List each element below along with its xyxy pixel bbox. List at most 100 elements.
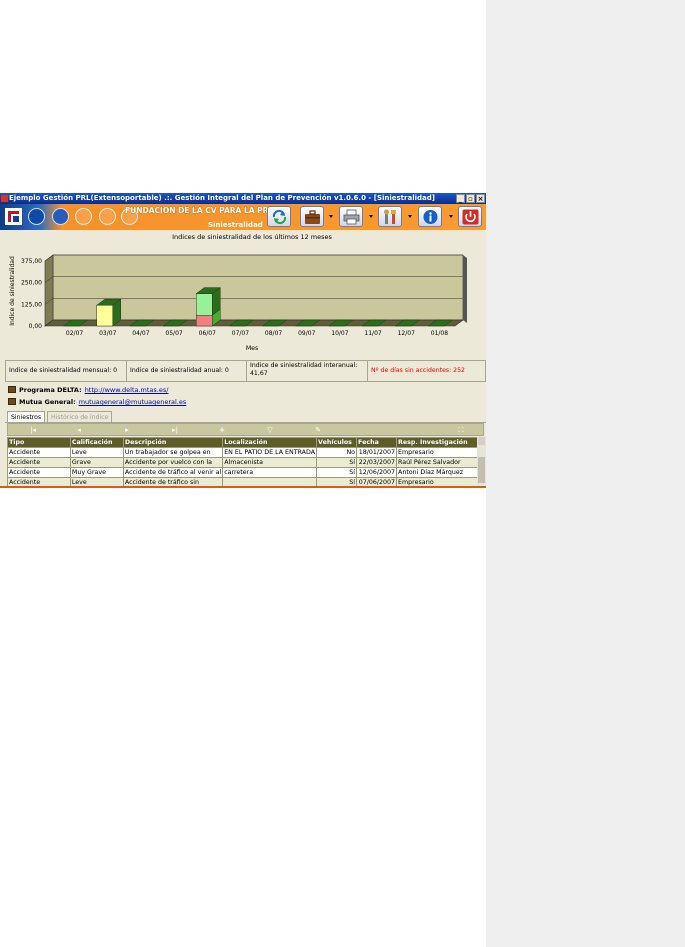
y-tick-label: 0,00	[29, 323, 43, 330]
delta-link[interactable]: http://www.delta.mtas.es/	[85, 386, 169, 394]
x-tick-label: 05/07	[165, 330, 182, 337]
organization-name: FUNDACION DE LA CV PARA LA PRL	[125, 206, 274, 215]
chart-svg: Indices de siniestralidad de los últimos…	[9, 233, 467, 352]
delta-link-row: Programa DELTA: http://www.delta.mtas.es/	[8, 386, 168, 396]
table-row[interactable]: Accidente Leve Un trabajador se golpea e…	[7, 447, 486, 458]
record-navigator: |◂ ◂ ▸ ▸| + ▽ ✎ ⛶	[7, 423, 484, 436]
module-title: Siniestralidad	[208, 221, 263, 229]
prior-record-button[interactable]: ◂	[72, 425, 86, 435]
chart-side-wall	[44, 254, 54, 327]
power-icon	[462, 209, 479, 225]
table-row[interactable]: Accidente Muy Grave Accidente de tráfico…	[7, 467, 486, 478]
days-without-text: Nº de días sin accidentes: 252	[371, 367, 465, 374]
cell-calificacion: Leve	[69, 447, 124, 458]
last-record-button[interactable]: ▸|	[168, 425, 182, 435]
cell-resp-investigacion: Raúl Pérez Salvador	[396, 457, 486, 468]
cell-vehiculos: Sí	[316, 467, 358, 478]
x-tick-label: 08/07	[265, 330, 282, 337]
bottom-accent-line	[0, 486, 486, 488]
x-axis-label: Mes	[246, 345, 258, 352]
briefcase-icon	[305, 210, 320, 224]
cell-descripcion: Accidente por vuelco con la	[122, 457, 224, 468]
interannual-label: Indice de siniestralidad interanual:	[250, 362, 358, 369]
siniestralidad-chart: Indices de siniestralidad de los últimos…	[5, 231, 485, 353]
y-tick-label: 250,00	[21, 280, 42, 287]
restore-button[interactable]: ▫	[466, 194, 475, 203]
cell-fecha: 12/06/2007	[356, 467, 398, 478]
print-button[interactable]	[339, 206, 363, 227]
link-arrow-icon	[8, 386, 16, 393]
close-button[interactable]: ×	[476, 194, 485, 203]
cell-vehiculos: No	[316, 447, 358, 458]
link-arrow-icon	[8, 398, 16, 405]
refresh-button[interactable]	[267, 206, 291, 227]
tab-siniestros[interactable]: Siniestros	[7, 411, 46, 422]
monthly-index: Indice de siniestralidad mensual: 0	[5, 360, 127, 382]
right-side-panel	[486, 0, 685, 947]
delta-label: Programa DELTA:	[19, 386, 82, 394]
x-tick-label: 09/07	[298, 330, 315, 337]
column-header[interactable]: Descripción	[122, 437, 224, 448]
app-icon	[1, 195, 8, 202]
x-tick-label: 01/08	[431, 330, 448, 337]
info-icon	[423, 210, 438, 224]
y-tick-label: 375,00	[21, 258, 42, 265]
tools-icon	[384, 209, 396, 224]
bar-03/07-s2	[96, 304, 113, 327]
cell-descripcion: Accidente de tráfico al venir al	[122, 467, 224, 478]
column-header[interactable]: Resp. Investigación	[396, 437, 486, 448]
calendar-icon[interactable]	[75, 208, 92, 225]
next-record-button[interactable]: ▸	[120, 425, 134, 435]
cell-fecha: 22/03/2007	[356, 457, 398, 468]
briefcase-dropdown-icon[interactable]	[329, 215, 333, 218]
info-dropdown-icon[interactable]	[449, 215, 453, 218]
scroll-thumb[interactable]	[478, 457, 485, 483]
cell-localizacion: EN EL PATIO DE LA ENTRADA	[222, 447, 318, 458]
chart-title: Indices de siniestralidad de los últimos…	[172, 233, 332, 241]
tools-dropdown-icon[interactable]	[408, 215, 412, 218]
power-button[interactable]	[458, 206, 482, 227]
briefcase-button[interactable]	[300, 206, 324, 227]
minimize-button[interactable]: _	[456, 194, 465, 203]
mutua-email-link[interactable]: mutuageneral@mutuageneral.es	[79, 398, 187, 406]
main-toolbar: FUNDACION DE LA CV PARA LA PRL Siniestra…	[0, 204, 486, 230]
x-tick-label: 02/07	[66, 330, 83, 337]
column-header[interactable]: Vehículos	[316, 437, 358, 448]
x-tick-label: 12/07	[398, 330, 415, 337]
users-icon[interactable]	[52, 208, 69, 225]
x-tick-label: 11/07	[364, 330, 381, 337]
info-button[interactable]	[418, 206, 442, 227]
x-tick-label: 07/07	[232, 330, 249, 337]
filter-button[interactable]: ▽	[263, 425, 277, 435]
print-dropdown-icon[interactable]	[369, 215, 373, 218]
cell-resp-investigacion: Antoni Díaz Márquez	[396, 467, 486, 478]
cell-calificacion: Muy Grave	[69, 467, 124, 478]
grid-scrollbar[interactable]	[477, 437, 486, 488]
annual-index-text: Indice de siniestralidad anual: 0	[130, 367, 229, 374]
edit-record-button[interactable]: ✎	[311, 425, 325, 435]
column-header[interactable]: Fecha	[356, 437, 398, 448]
siniestros-grid: Tipo Calificación Descripción Localizaci…	[7, 437, 486, 488]
interannual-index: Indice de siniestralidad interanual: 41,…	[246, 360, 368, 382]
first-record-button[interactable]: |◂	[26, 425, 40, 435]
expand-button[interactable]: ⛶	[454, 425, 468, 435]
y-axis-label: Indice de siniestralidad	[9, 256, 16, 326]
scroll-up-button[interactable]	[478, 437, 485, 445]
application-window: Ejemplo Gestión PRL(Extensoportable) .:.…	[0, 193, 486, 488]
days-without-accidents: Nº de días sin accidentes: 252	[367, 360, 486, 382]
title-bar: Ejemplo Gestión PRL(Extensoportable) .:.…	[0, 193, 486, 204]
column-header[interactable]: Calificación	[69, 437, 124, 448]
tag-icon[interactable]	[99, 208, 116, 225]
tab-historico-indice[interactable]: Histórico de índice	[47, 411, 113, 422]
add-record-button[interactable]: +	[215, 425, 229, 435]
bar-06/07-s1	[196, 293, 213, 316]
table-row[interactable]: Accidente Grave Accidente por vuelco con…	[7, 457, 486, 468]
chart-right-edge	[463, 255, 467, 323]
column-header[interactable]: Tipo	[7, 437, 71, 448]
annual-index: Indice de siniestralidad anual: 0	[126, 360, 247, 382]
print-icon	[343, 209, 360, 225]
tools-button[interactable]	[378, 206, 402, 227]
home-icon[interactable]	[28, 208, 45, 225]
column-header[interactable]: Localización	[222, 437, 318, 448]
cell-resp-investigacion: Empresario	[396, 447, 486, 458]
